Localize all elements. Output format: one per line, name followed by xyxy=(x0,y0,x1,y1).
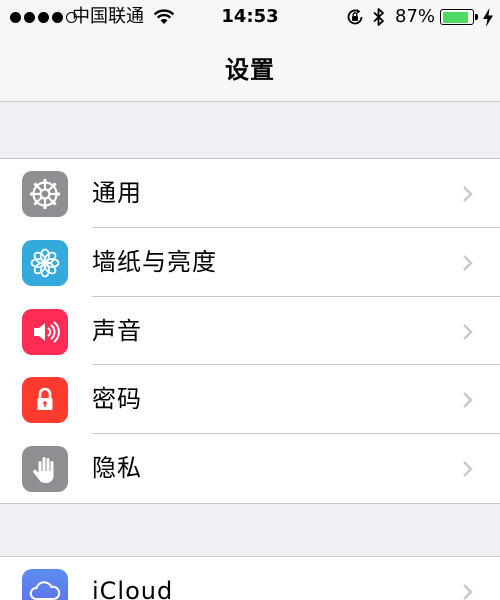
status-bar: 中国联通 14:53 87% xyxy=(0,0,500,34)
battery-tip xyxy=(475,14,478,20)
settings-screen: 中国联通 14:53 87% 设置 通用 墙纸与亮度 声音 密码 隐私 iClo… xyxy=(0,0,500,600)
settings-row-label: 声音 xyxy=(92,316,142,345)
chevron-right-icon xyxy=(463,392,473,409)
chevron-right-icon xyxy=(463,461,473,477)
settings-row-icloud[interactable]: iCloud xyxy=(0,557,500,600)
settings-row-general[interactable]: 通用 xyxy=(0,159,500,228)
settings-row-label: iCloud xyxy=(92,577,174,600)
lock-icon xyxy=(22,377,68,424)
header: 中国联通 14:53 87% 设置 xyxy=(0,0,500,102)
settings-row-label: 通用 xyxy=(92,179,142,207)
battery-icon xyxy=(440,9,474,25)
settings-row-label: 隐私 xyxy=(92,454,142,482)
settings-group-1: 通用 墙纸与亮度 声音 密码 隐私 xyxy=(0,158,500,504)
rotation-lock-icon xyxy=(347,9,363,25)
settings-group-2: iCloud xyxy=(0,556,500,600)
battery-percent: 87% xyxy=(395,6,436,27)
speaker-icon xyxy=(22,308,68,355)
cloud-icon xyxy=(22,569,68,600)
settings-row-label: 墙纸与亮度 xyxy=(92,247,217,276)
settings-row-label: 密码 xyxy=(92,385,142,414)
settings-row-privacy[interactable]: 隐私 xyxy=(0,434,500,503)
settings-row-wallpaper-brightness[interactable]: 墙纸与亮度 xyxy=(0,228,500,297)
chevron-right-icon xyxy=(463,254,473,271)
settings-row-passcode[interactable]: 密码 xyxy=(0,365,500,434)
page-title: 设置 xyxy=(225,56,275,84)
charging-icon xyxy=(483,8,493,27)
hand-icon xyxy=(22,446,68,492)
chevron-right-icon xyxy=(463,186,473,202)
flower-icon xyxy=(22,239,68,286)
chevron-right-icon xyxy=(463,323,473,340)
gear-icon xyxy=(22,171,68,217)
settings-row-sounds[interactable]: 声音 xyxy=(0,297,500,366)
bluetooth-icon xyxy=(373,8,384,26)
chevron-right-icon xyxy=(463,584,473,600)
